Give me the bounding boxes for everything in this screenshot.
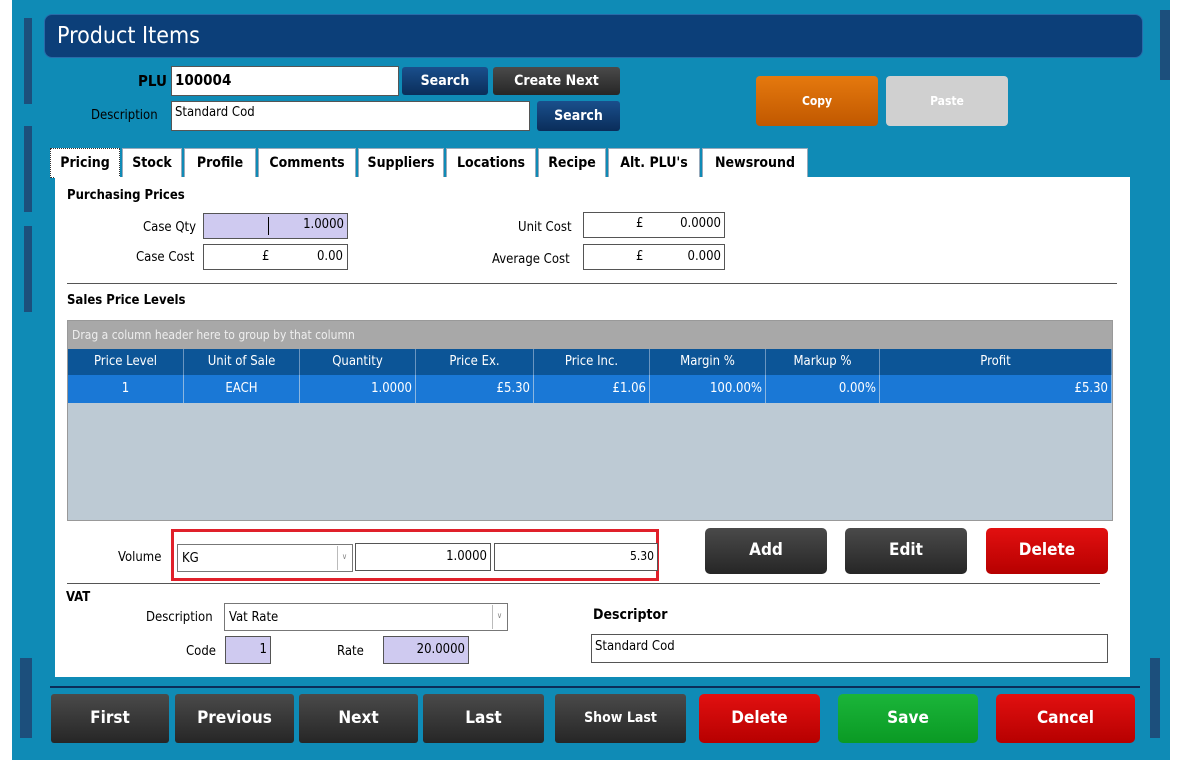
left-edge-decoration [24,226,32,312]
description-input[interactable]: Standard Cod [171,101,530,131]
column-header-profit[interactable]: Profit [880,349,1112,375]
chevron-down-icon[interactable]: ∨ [337,546,351,570]
tab-pricing[interactable]: Pricing [50,148,120,178]
table-cell[interactable]: 100.00% [650,375,766,403]
description-search-button[interactable]: Search [537,101,620,131]
volume-label: Volume [118,550,162,565]
volume-quantity-input[interactable]: 1.0000 [355,543,491,571]
plu-input[interactable]: 100004 [171,66,399,96]
case-qty-label: Case Qty [143,220,197,235]
left-edge-decoration [20,658,32,738]
cancel-button[interactable]: Cancel [996,694,1135,743]
case-cost-value: 0.00 [316,249,343,264]
save-button[interactable]: Save [838,694,978,743]
tab-profile[interactable]: Profile [184,148,256,178]
table-cell[interactable]: £5.30 [416,375,534,403]
column-header-price-inc[interactable]: Price Inc. [534,349,650,375]
right-edge-decoration [1150,658,1160,738]
column-header-markup[interactable]: Markup % [766,349,880,375]
footer-divider [50,686,1140,688]
column-header-price-ex[interactable]: Price Ex. [416,349,534,375]
volume-unit-value: KG [182,551,199,566]
group-by-area[interactable]: Drag a column header here to group by th… [68,321,1112,349]
tab-stock[interactable]: Stock [122,148,182,178]
paste-button[interactable]: Paste [886,76,1008,126]
sales-price-levels-title: Sales Price Levels [67,293,186,308]
table-cell[interactable]: £1.06 [534,375,650,403]
volume-unit-select[interactable]: KG ∨ [177,544,353,572]
previous-button[interactable]: Previous [175,694,294,743]
vat-description-select[interactable]: Vat Rate ∨ [224,603,508,631]
add-button[interactable]: Add [705,528,827,574]
copy-button[interactable]: Copy [756,76,878,126]
first-button[interactable]: First [51,694,169,743]
plu-label: PLU [138,72,167,90]
volume-price-input[interactable]: 5.30 [494,543,658,571]
plu-search-button[interactable]: Search [402,67,488,95]
delete-price-button[interactable]: Delete [986,528,1108,574]
case-cost-input[interactable]: £ 0.00 [203,244,348,270]
vat-code-input[interactable]: 1 [225,636,271,664]
purchasing-prices-title: Purchasing Prices [67,188,185,203]
unit-cost-input[interactable]: £ 0.0000 [583,212,725,238]
right-edge-decoration [1160,10,1170,80]
table-cell[interactable]: 1 [68,375,184,403]
show-last-button[interactable]: Show Last [555,694,686,743]
average-cost-label: Average Cost [492,252,570,267]
currency-symbol: £ [636,216,644,231]
chevron-down-icon[interactable]: ∨ [492,605,506,629]
descriptor-input[interactable]: Standard Cod [591,634,1108,663]
vat-rate-input[interactable]: 20.0000 [383,636,469,664]
unit-cost-value: 0.0000 [680,216,721,231]
case-qty-input[interactable]: 1.0000 [203,213,348,239]
average-cost-value: 0.000 [687,249,721,264]
column-header-margin[interactable]: Margin % [650,349,766,375]
descriptor-label: Descriptor [593,607,668,623]
tab-alt-plus[interactable]: Alt. PLU's [608,148,700,178]
table-cell[interactable]: 0.00% [766,375,880,403]
title-bar: Product Items [44,14,1143,58]
tab-newsround[interactable]: Newsround [702,148,808,178]
case-qty-value: 1.0000 [303,217,344,232]
currency-symbol: £ [636,249,644,264]
edit-button[interactable]: Edit [845,528,967,574]
delete-record-button[interactable]: Delete [699,694,820,743]
left-edge-decoration [24,126,32,212]
table-cell[interactable]: £5.30 [880,375,1112,403]
next-button[interactable]: Next [299,694,418,743]
average-cost-input[interactable]: £ 0.000 [583,244,725,270]
case-cost-label: Case Cost [136,250,195,265]
vat-description-value: Vat Rate [229,610,279,625]
description-label: Description [91,108,158,123]
table-cell[interactable]: EACH [184,375,300,403]
vat-code-label: Code [186,644,216,659]
column-header-quantity[interactable]: Quantity [300,349,416,375]
window-title: Product Items [57,23,200,49]
currency-symbol: £ [262,249,270,264]
section-divider [67,283,1117,284]
section-divider [67,583,1100,584]
vat-description-label: Description [146,610,213,625]
last-button[interactable]: Last [423,694,544,743]
create-next-button[interactable]: Create Next [493,67,620,95]
tab-comments[interactable]: Comments [258,148,356,178]
tab-locations[interactable]: Locations [446,148,536,178]
text-cursor [268,217,269,235]
column-header-price-level[interactable]: Price Level [68,349,184,375]
column-header-unit-of-sale[interactable]: Unit of Sale [184,349,300,375]
left-edge-decoration [24,18,32,104]
unit-cost-label: Unit Cost [518,220,572,235]
vat-rate-label: Rate [337,644,364,659]
tab-suppliers[interactable]: Suppliers [358,148,444,178]
vat-title: VAT [66,590,91,605]
table-cell[interactable]: 1.0000 [300,375,416,403]
price-levels-grid: Drag a column header here to group by th… [67,320,1113,521]
tab-recipe[interactable]: Recipe [538,148,606,178]
